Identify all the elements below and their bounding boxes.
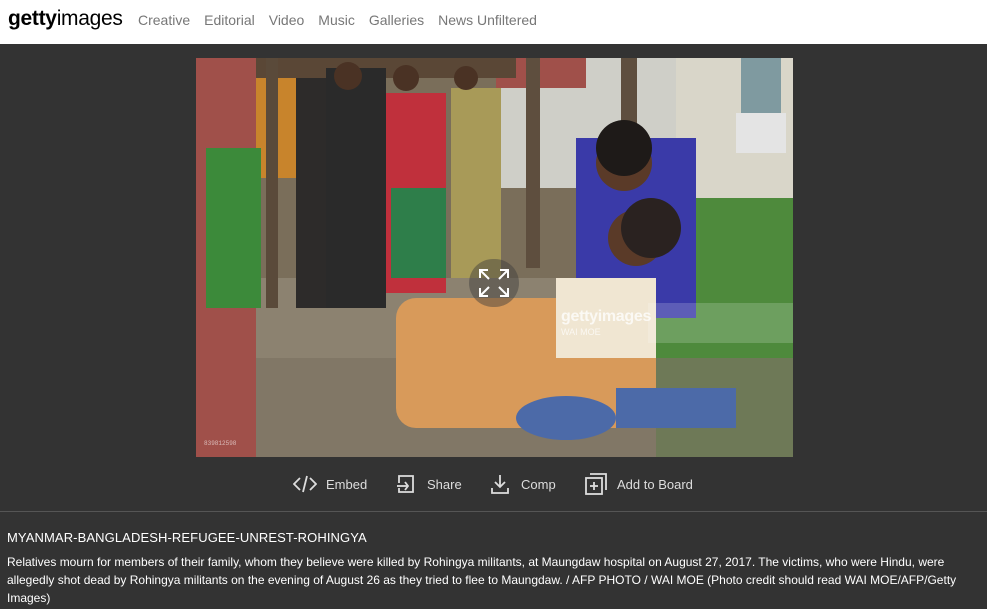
getty-images-logo[interactable]: gettyimages	[8, 6, 123, 32]
nav-galleries[interactable]: Galleries	[369, 11, 424, 29]
add-to-board-button[interactable]: Add to Board	[583, 470, 693, 498]
divider	[0, 511, 987, 512]
comp-button[interactable]: Comp	[487, 470, 556, 498]
expand-icon	[479, 269, 509, 297]
image-id: 839812598	[204, 440, 237, 447]
watermark-bar	[648, 303, 793, 343]
expand-image-button[interactable]	[469, 259, 519, 307]
nav-creative[interactable]: Creative	[138, 11, 190, 29]
main-photo[interactable]: gettyimages WAI MOE 839812598	[196, 58, 793, 457]
caption-text: Relatives mourn for members of their fam…	[7, 555, 957, 605]
nav-news-unfiltered[interactable]: News Unfiltered	[438, 11, 537, 29]
embed-button[interactable]: Embed	[292, 470, 367, 498]
download-icon	[487, 472, 513, 496]
watermark-credit: WAI MOE	[561, 327, 601, 337]
action-bar: Embed Share Comp Add to Board	[0, 470, 987, 498]
add-to-board-icon	[583, 472, 609, 496]
caption-title: MYANMAR-BANGLADESH-REFUGEE-UNREST-ROHING…	[7, 530, 367, 545]
logo-bold-text: getty	[8, 7, 57, 30]
embed-label: Embed	[326, 476, 368, 492]
nav-editorial[interactable]: Editorial	[204, 11, 255, 29]
embed-icon	[292, 472, 318, 496]
watermark-logo: gettyimages	[561, 308, 652, 325]
comp-label: Comp	[521, 476, 556, 492]
nav-video[interactable]: Video	[269, 11, 305, 29]
add-to-board-label: Add to Board	[617, 476, 693, 492]
main-nav: Creative Editorial Video Music Galleries…	[138, 11, 551, 29]
nav-music[interactable]: Music	[318, 11, 355, 29]
header-bar: gettyimages Creative Editorial Video Mus…	[0, 0, 987, 44]
share-button[interactable]: Share	[393, 470, 462, 498]
share-icon	[393, 472, 419, 496]
photo-illustration	[196, 58, 793, 457]
logo-light-text: images	[56, 7, 123, 30]
share-label: Share	[427, 476, 462, 492]
